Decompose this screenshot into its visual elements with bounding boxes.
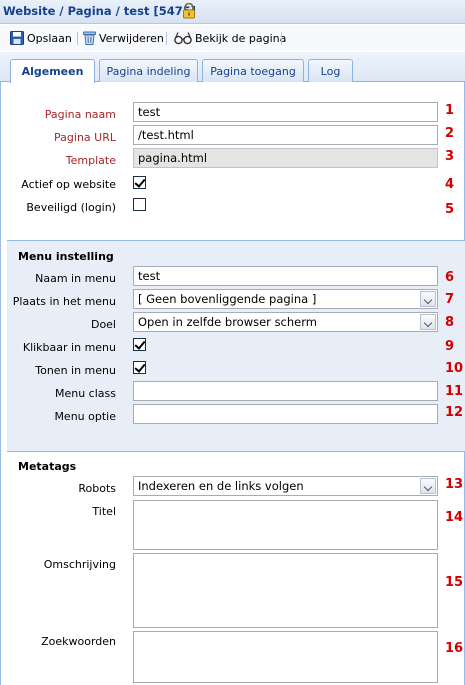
- chevron-down-icon[interactable]: [420, 314, 436, 330]
- menu-target-value: Open in zelfde browser scherm: [138, 315, 317, 329]
- annotation-number: 13: [445, 477, 464, 492]
- toolbar-divider: [166, 32, 167, 45]
- chevron-down-icon[interactable]: [420, 291, 436, 307]
- secured-label: Beveiligd (login): [26, 201, 116, 214]
- template-label: Template: [65, 154, 116, 167]
- delete-button-label: Verwijderen: [99, 31, 164, 45]
- menu-place-value: [ Geen bovenliggende pagina ]: [138, 292, 317, 306]
- trash-icon: [83, 31, 96, 45]
- annotation-number: 1: [445, 103, 455, 118]
- menu-place-select[interactable]: [ Geen bovenliggende pagina ]: [133, 289, 438, 309]
- active-label: Actief op website: [21, 178, 116, 191]
- meta-title-textarea[interactable]: [133, 500, 438, 550]
- page-name-field[interactable]: test: [133, 102, 438, 122]
- annotation-number: 12: [445, 405, 464, 420]
- save-button-label: Opslaan: [27, 31, 72, 45]
- glasses-icon: [174, 32, 192, 45]
- page-title: Website / Pagina / test [5475]: [3, 4, 196, 18]
- robots-value: Indexeren en de links volgen: [138, 479, 304, 493]
- meta-title-label: Titel: [92, 505, 116, 518]
- menu-target-label: Doel: [90, 318, 116, 331]
- lock-icon: [183, 3, 195, 19]
- menu-name-field[interactable]: test: [133, 266, 438, 286]
- keywords-label: Zoekwoorden: [41, 635, 116, 648]
- annotation-number: 16: [445, 641, 464, 656]
- page-name-label: Pagina naam: [44, 108, 116, 121]
- save-button[interactable]: Opslaan: [10, 29, 72, 47]
- tab-label: Pagina toegang: [210, 64, 296, 78]
- annotation-number: 10: [445, 361, 464, 376]
- description-textarea[interactable]: [133, 553, 438, 628]
- menu-option-label: Menu optie: [54, 410, 116, 423]
- metatags-title: Metatags: [18, 460, 77, 473]
- tab-content-algemeen: Pagina naam test 1 Pagina URL /test.html…: [0, 82, 465, 685]
- menu-show-label: Tonen in menu: [35, 364, 116, 377]
- view-page-button[interactable]: Bekijk de pagina: [174, 29, 286, 47]
- delete-button[interactable]: Verwijderen: [83, 29, 164, 47]
- view-page-button-label: Bekijk de pagina: [195, 31, 287, 45]
- menu-clickable-checkbox[interactable]: [133, 338, 146, 351]
- robots-select[interactable]: Indexeren en de links volgen: [133, 476, 438, 496]
- tab-algemeen[interactable]: Algemeen: [10, 59, 95, 83]
- annotation-number: 14: [445, 510, 464, 525]
- keywords-textarea[interactable]: [133, 631, 438, 683]
- menu-clickable-label: Klikbaar in menu: [22, 341, 116, 354]
- tab-pagina-indeling[interactable]: Pagina indeling: [99, 59, 198, 82]
- annotation-number: 6: [445, 270, 455, 285]
- toolbar: Opslaan Verwijderen Bekijk de pagina: [0, 25, 465, 51]
- annotation-number: 5: [445, 202, 455, 217]
- tab-pagina-toegang[interactable]: Pagina toegang: [202, 59, 304, 82]
- annotation-number: 4: [445, 177, 455, 192]
- menu-class-label: Menu class: [54, 387, 116, 400]
- window-title-bar: Website / Pagina / test [5475]: [0, 0, 465, 24]
- chevron-down-icon[interactable]: [420, 478, 436, 494]
- tab-strip: Algemeen Pagina indeling Pagina toegang …: [0, 52, 465, 83]
- annotation-number: 15: [445, 575, 464, 590]
- annotation-number: 3: [445, 149, 455, 164]
- menu-target-select[interactable]: Open in zelfde browser scherm: [133, 312, 438, 332]
- menu-settings-title: Menu instelling: [18, 250, 114, 263]
- menu-place-label: Plaats in het menu: [12, 295, 116, 308]
- tab-log[interactable]: Log: [308, 59, 353, 82]
- menu-option-field[interactable]: [133, 404, 438, 424]
- menu-name-label: Naam in menu: [35, 272, 116, 285]
- menu-class-field[interactable]: [133, 381, 438, 401]
- secured-checkbox[interactable]: [133, 198, 146, 211]
- annotation-number: 8: [445, 315, 455, 330]
- template-field: pagina.html: [133, 148, 438, 168]
- tab-label: Pagina indeling: [106, 64, 191, 78]
- page-url-label: Pagina URL: [54, 131, 116, 144]
- page-url-field[interactable]: /test.html: [133, 125, 438, 145]
- annotation-number: 11: [445, 384, 464, 399]
- annotation-number: 9: [445, 339, 455, 354]
- annotation-number: 2: [445, 126, 455, 141]
- annotation-number: 7: [445, 292, 455, 307]
- tab-label: Algemeen: [21, 65, 84, 78]
- description-label: Omschrijving: [43, 558, 116, 571]
- tab-label: Log: [320, 64, 341, 78]
- toolbar-divider: [77, 32, 78, 45]
- toolbar-divider: [281, 32, 282, 45]
- robots-label: Robots: [78, 482, 116, 495]
- save-icon: [10, 31, 24, 45]
- active-checkbox[interactable]: [133, 176, 146, 189]
- menu-show-checkbox[interactable]: [133, 361, 146, 374]
